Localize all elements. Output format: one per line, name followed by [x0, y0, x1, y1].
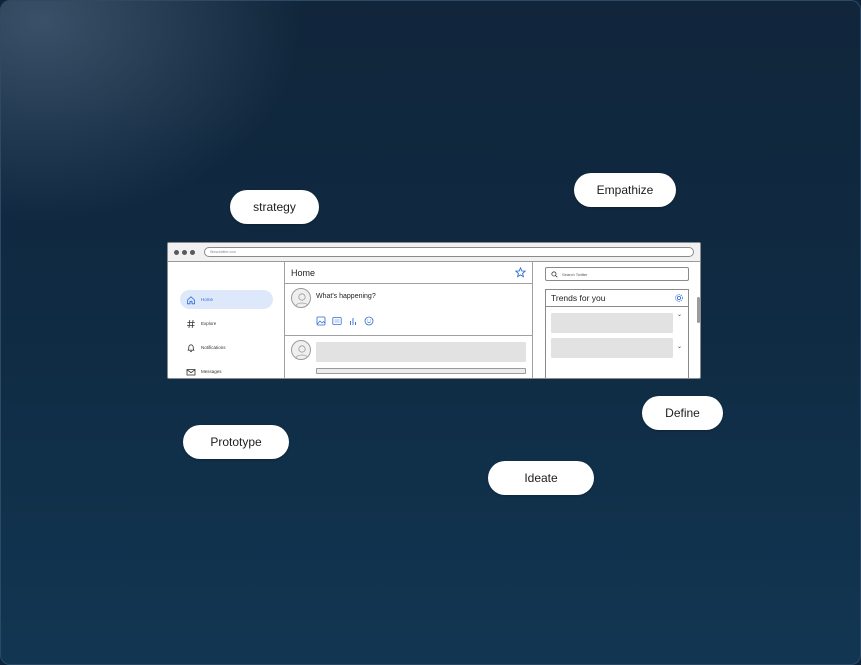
tweet-placeholder	[285, 336, 532, 378]
trends-header: Trends for you	[546, 290, 688, 307]
bell-icon	[187, 343, 195, 352]
trend-placeholder[interactable]	[551, 338, 673, 358]
main-feed: Home What's happening?	[285, 262, 533, 378]
trends-panel: Trends for you ⌄ ⌄	[545, 289, 689, 378]
sidebar-item-home[interactable]: Home	[180, 290, 273, 309]
user-icon	[295, 345, 309, 359]
avatar	[291, 288, 311, 308]
trends-title: Trends for you	[551, 293, 606, 303]
compose-box: What's happening?	[285, 284, 532, 336]
label-define[interactable]: Define	[642, 396, 723, 430]
search-placeholder: Search Twitter	[562, 271, 588, 277]
search-icon	[551, 270, 558, 278]
feed-header: Home	[285, 262, 532, 284]
chevron-down-icon[interactable]: ⌄	[677, 343, 682, 350]
sidebar-item-notifications[interactable]: Notifications	[180, 338, 273, 357]
home-icon	[187, 295, 195, 304]
browser-toolbar: Www.twitter.com	[168, 243, 700, 262]
emoji-icon[interactable]	[363, 315, 374, 326]
sidebar: Home Explore Notifications Messages	[168, 262, 285, 378]
sidebar-item-label: Messages	[201, 369, 222, 374]
page-title: Home	[291, 267, 316, 278]
window-dot-icon	[182, 249, 187, 255]
mail-icon	[186, 368, 196, 375]
label-empathize[interactable]: Empathize	[574, 173, 676, 207]
content-placeholder	[316, 342, 526, 362]
chevron-down-icon[interactable]: ⌄	[677, 311, 682, 318]
sidebar-item-label: Home	[201, 297, 214, 302]
right-sidebar: Search Twitter Trends for you ⌄ ⌄	[533, 262, 700, 378]
label-prototype[interactable]: Prototype	[183, 425, 289, 459]
label-ideate[interactable]: Ideate	[488, 461, 594, 495]
image-icon[interactable]	[315, 315, 326, 326]
twitter-wireframe: Www.twitter.com Home Explore Notificatio…	[167, 242, 701, 379]
hashtag-icon	[187, 319, 195, 328]
trend-placeholder[interactable]	[551, 313, 673, 333]
sidebar-item-messages[interactable]: Messages	[180, 362, 273, 378]
canvas-background: strategy Empathize Prototype Define Idea…	[0, 0, 861, 665]
star-icon[interactable]	[515, 267, 526, 278]
gif-icon[interactable]	[331, 315, 342, 326]
avatar	[291, 340, 311, 360]
sidebar-item-label: Explore	[201, 321, 217, 326]
search-input[interactable]: Search Twitter	[545, 267, 689, 281]
user-icon	[295, 293, 309, 307]
window-dot-icon	[174, 249, 179, 255]
compose-input[interactable]: What's happening?	[316, 293, 376, 300]
label-strategy[interactable]: strategy	[230, 190, 319, 224]
content-placeholder	[316, 368, 526, 374]
window-dot-icon	[190, 249, 195, 255]
poll-icon[interactable]	[347, 315, 358, 326]
sidebar-item-label: Notifications	[201, 345, 226, 350]
compose-toolbar	[315, 315, 374, 326]
gear-icon[interactable]	[674, 293, 684, 303]
url-bar[interactable]: Www.twitter.com	[204, 247, 694, 257]
sidebar-item-explore[interactable]: Explore	[180, 314, 273, 333]
scrollbar[interactable]	[697, 297, 700, 323]
